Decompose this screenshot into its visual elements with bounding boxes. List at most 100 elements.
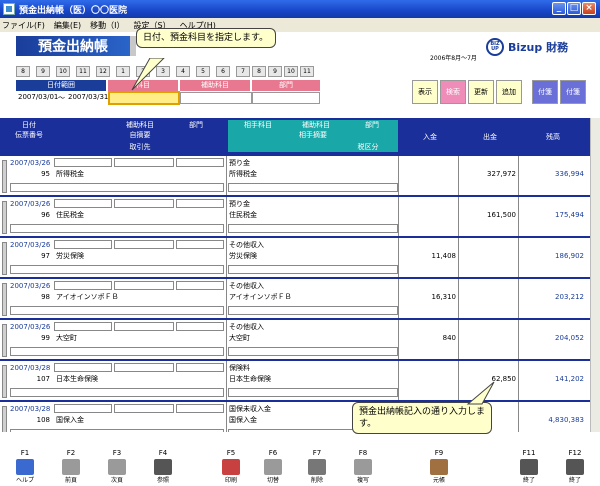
minimize-button[interactable]: _ <box>552 2 566 15</box>
date-from-input[interactable]: 2007/03/01 <box>16 92 58 104</box>
row-tax-field[interactable] <box>228 224 398 233</box>
month-button-8[interactable]: 8 <box>16 66 30 77</box>
row-counter-summary[interactable]: 住民税金 <box>229 210 257 221</box>
row-own-summary[interactable]: 国保入金 <box>56 415 84 426</box>
sticky-button-1[interactable]: 付箋 <box>532 80 558 104</box>
table-row[interactable]: 2007/03/26 95 所得税金 預り金 所得税金 327,972 336,994 <box>0 154 590 195</box>
row-extra-field[interactable] <box>176 363 224 372</box>
table-row[interactable]: 2007/03/26 96 住民税金 預り金 住民税金 161,500 175,494 <box>0 195 590 236</box>
row-dept-field[interactable] <box>114 404 174 413</box>
table-row[interactable]: 2007/03/28 107 日本生命保険 保険料 日本生命保険 62,850 141,20… <box>0 359 590 400</box>
next-month-button-10[interactable]: 10 <box>284 66 298 77</box>
row-sub-account-field[interactable] <box>54 363 112 372</box>
month-button-5[interactable]: 5 <box>196 66 210 77</box>
next-month-button-9[interactable]: 9 <box>268 66 282 77</box>
row-counter-account[interactable]: 預り金 <box>229 158 250 169</box>
row-extra-field[interactable] <box>176 322 224 331</box>
row-sub-account-field[interactable] <box>54 199 112 208</box>
row-counter-summary[interactable]: 日本生命保険 <box>229 374 271 385</box>
display-button[interactable]: 表示 <box>412 80 438 104</box>
account-input[interactable] <box>108 91 180 105</box>
row-counter-summary[interactable]: 労災保険 <box>229 251 257 262</box>
fkey-f3[interactable]: F3 次頁 <box>102 449 132 484</box>
row-counter-summary[interactable]: 大空町 <box>229 333 250 344</box>
row-selector[interactable] <box>2 283 7 316</box>
row-tax-field[interactable] <box>228 347 398 356</box>
menu-edit[interactable]: 編集(E) <box>54 20 81 31</box>
fkey-f6[interactable]: F6 切替 <box>258 449 288 484</box>
fkey-f7[interactable]: F7 削除 <box>302 449 332 484</box>
row-withdrawal[interactable]: 161,500 <box>460 210 516 221</box>
row-counterparty-field[interactable] <box>10 183 224 192</box>
month-button-10[interactable]: 10 <box>56 66 70 77</box>
menu-file[interactable]: ファイル(F) <box>2 20 45 31</box>
month-button-9[interactable]: 9 <box>36 66 50 77</box>
row-extra-field[interactable] <box>176 240 224 249</box>
menu-move[interactable]: 移動（I） <box>90 20 124 31</box>
row-deposit[interactable]: 840 <box>400 333 456 344</box>
month-button-1[interactable]: 1 <box>116 66 130 77</box>
table-row[interactable]: 2007/03/26 97 労災保険 その他収入 労災保険 11,408 186,902 <box>0 236 590 277</box>
next-month-button-11[interactable]: 11 <box>300 66 314 77</box>
row-deposit[interactable]: 11,408 <box>400 251 457 262</box>
row-counter-account[interactable]: 預り金 <box>229 199 250 210</box>
fkey-f4[interactable]: F4 参照 <box>148 449 178 484</box>
fkey-f5[interactable]: F5 印刷 <box>216 449 246 484</box>
row-extra-field[interactable] <box>176 199 224 208</box>
row-withdrawal[interactable]: 327,972 <box>460 169 516 180</box>
row-own-summary[interactable]: 所得税金 <box>56 169 84 180</box>
fkey-f11[interactable]: F11 終了 <box>514 449 544 484</box>
row-counterparty-field[interactable] <box>10 429 224 432</box>
row-sub-account-field[interactable] <box>54 158 112 167</box>
row-sub-account-field[interactable] <box>54 281 112 290</box>
close-button[interactable]: × <box>582 2 596 15</box>
row-counterparty-field[interactable] <box>10 306 224 315</box>
row-own-summary[interactable]: 住民税金 <box>56 210 84 221</box>
table-row[interactable]: 2007/03/26 99 大空町 その他収入 大空町 840 204,052 <box>0 318 590 359</box>
row-sub-account-field[interactable] <box>54 240 112 249</box>
row-selector[interactable] <box>2 201 7 234</box>
month-button-7[interactable]: 7 <box>236 66 250 77</box>
row-counter-summary[interactable]: 国保入金 <box>229 415 257 426</box>
row-tax-field[interactable] <box>228 183 398 192</box>
next-month-button-8[interactable]: 8 <box>252 66 266 77</box>
row-counter-account[interactable]: 保険料 <box>229 363 250 374</box>
row-sub-account-field[interactable] <box>54 322 112 331</box>
row-counter-account[interactable]: その他収入 <box>229 281 264 292</box>
row-own-summary[interactable]: 大空町 <box>56 333 77 344</box>
row-dept-field[interactable] <box>114 199 174 208</box>
row-counter-account[interactable]: 国保未収入金 <box>229 404 271 415</box>
row-counterparty-field[interactable] <box>10 265 224 274</box>
dept-input[interactable] <box>252 92 320 104</box>
fkey-f9[interactable]: F9 元帳 <box>424 449 454 484</box>
row-selector[interactable] <box>2 242 7 275</box>
row-tax-field[interactable] <box>228 306 398 315</box>
row-dept-field[interactable] <box>114 158 174 167</box>
date-to-input[interactable]: 2007/03/31 <box>66 92 108 104</box>
row-dept-field[interactable] <box>114 281 174 290</box>
table-row[interactable]: 2007/03/26 98 アイオインソポＦＢ その他収入 アイオインソポＦＢ 16,31… <box>0 277 590 318</box>
add-button[interactable]: 追加 <box>496 80 522 104</box>
row-counterparty-field[interactable] <box>10 347 224 356</box>
row-own-summary[interactable]: 労災保険 <box>56 251 84 262</box>
row-dept-field[interactable] <box>114 322 174 331</box>
update-button[interactable]: 更新 <box>468 80 494 104</box>
month-button-6[interactable]: 6 <box>216 66 230 77</box>
row-sub-account-field[interactable] <box>54 404 112 413</box>
row-counter-account[interactable]: その他収入 <box>229 240 264 251</box>
fkey-f2[interactable]: F2 前頁 <box>56 449 86 484</box>
month-button-11[interactable]: 11 <box>76 66 90 77</box>
row-selector[interactable] <box>2 160 7 193</box>
row-dept-field[interactable] <box>114 240 174 249</box>
row-own-summary[interactable]: アイオインソポＦＢ <box>56 292 119 303</box>
row-tax-field[interactable] <box>228 265 398 274</box>
row-selector[interactable] <box>2 365 7 398</box>
month-button-4[interactable]: 4 <box>176 66 190 77</box>
month-button-12[interactable]: 12 <box>96 66 110 77</box>
maximize-button[interactable]: □ <box>567 2 581 15</box>
row-dept-field[interactable] <box>114 363 174 372</box>
row-counter-summary[interactable]: 所得税金 <box>229 169 257 180</box>
row-tax-field[interactable] <box>228 388 398 397</box>
vertical-scrollbar[interactable] <box>590 118 600 432</box>
row-extra-field[interactable] <box>176 404 224 413</box>
